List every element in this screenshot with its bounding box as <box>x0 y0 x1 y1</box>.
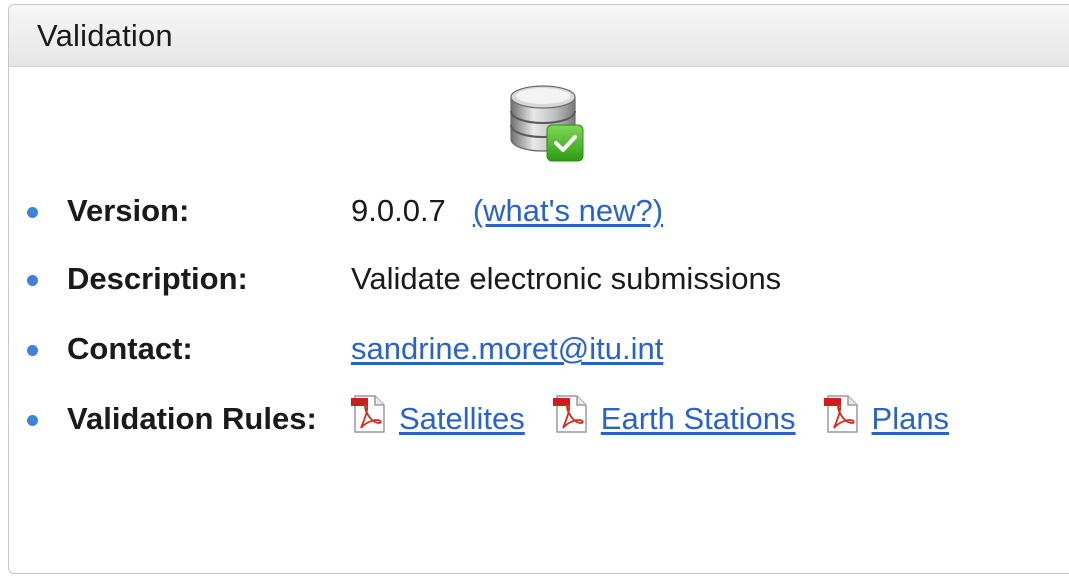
bullet <box>27 345 38 356</box>
version-label: Version: <box>67 193 190 228</box>
contact-value-group: sandrine.moret@itu.int <box>351 331 663 367</box>
contact-row: Contact: sandrine.moret@itu.int <box>9 321 1069 371</box>
version-value-group: 9.0.0.7 (what's new?) <box>351 193 663 229</box>
database-check-icon <box>510 85 584 162</box>
description-value: Validate electronic submissions <box>351 261 782 296</box>
bullet <box>27 275 38 286</box>
version-value: 9.0.0.7 <box>351 193 446 228</box>
validation-rules-row: Validation Rules: Satellites Earth Stati… <box>9 391 1069 441</box>
bullet <box>27 415 38 426</box>
whats-new-link[interactable]: (what's new?) <box>473 193 663 229</box>
rule-link-plans[interactable]: Plans <box>823 395 950 437</box>
contact-label: Contact: <box>67 331 193 366</box>
version-row: Version: 9.0.0.7 (what's new?) <box>9 183 1069 233</box>
panel-header: Validation <box>9 5 1069 67</box>
pdf-document-icon <box>351 395 385 433</box>
bullet <box>27 207 38 218</box>
rule-link-label[interactable]: Satellites <box>399 401 525 437</box>
rule-link-label[interactable]: Earth Stations <box>601 401 796 437</box>
contact-email-link[interactable]: sandrine.moret@itu.int <box>351 331 663 367</box>
rule-link-earth-stations[interactable]: Earth Stations <box>552 395 796 437</box>
pdf-document-icon <box>823 395 858 433</box>
rule-link-label[interactable]: Plans <box>872 401 950 437</box>
description-row: Description: Validate electronic submiss… <box>9 251 1069 301</box>
description-label: Description: <box>67 261 248 296</box>
panel-title: Validation <box>37 17 173 53</box>
rule-link-satellites[interactable]: Satellites <box>351 395 525 437</box>
validation-rules-links: Satellites Earth Stations Plans <box>351 395 977 437</box>
pdf-document-icon <box>552 395 587 433</box>
validation-panel: Validation Version: 9.0.0.7 (what's new?… <box>8 4 1069 574</box>
validation-rules-label: Validation Rules: <box>67 401 317 436</box>
